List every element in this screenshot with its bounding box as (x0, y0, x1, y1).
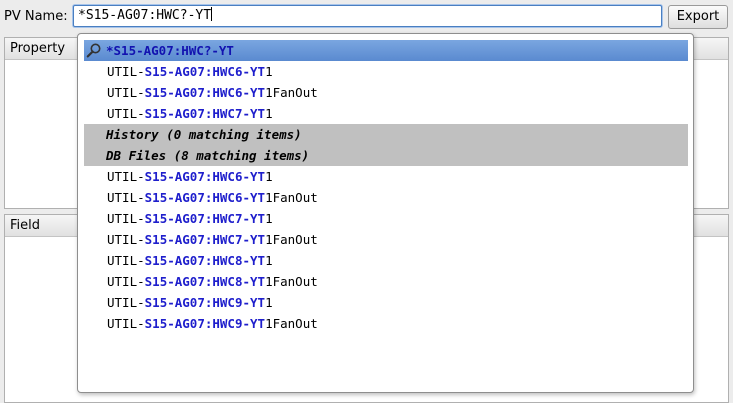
text-caret (211, 7, 213, 21)
history-section-header: History (0 matching items) (84, 124, 688, 145)
autocomplete-item-match: S15-AG07:HWC6-YT (144, 169, 266, 184)
autocomplete-item-prefix: UTIL- (107, 316, 145, 331)
autocomplete-item-prefix: UTIL- (107, 211, 145, 226)
autocomplete-dropdown: *S15-AG07:HWC?-YT UTIL-S15-AG07:HWC6-YT1… (77, 33, 694, 393)
autocomplete-item-prefix: UTIL- (107, 106, 145, 121)
autocomplete-selected-row[interactable]: *S15-AG07:HWC?-YT (84, 40, 688, 61)
autocomplete-item-suffix: 1FanOut (265, 85, 318, 100)
autocomplete-item-prefix: UTIL- (107, 253, 145, 268)
autocomplete-item-suffix: 1 (265, 169, 273, 184)
autocomplete-item[interactable]: UTIL-S15-AG07:HWC8-YT1FanOut (84, 271, 688, 292)
autocomplete-item-prefix: UTIL- (107, 169, 145, 184)
pv-name-input-value: *S15-AG07:HWC?-YT (78, 8, 212, 23)
autocomplete-item-suffix: 1FanOut (265, 274, 318, 289)
pv-name-input[interactable]: *S15-AG07:HWC?-YT (73, 5, 662, 27)
autocomplete-item-suffix: 1 (265, 106, 273, 121)
autocomplete-item-prefix: UTIL- (107, 232, 145, 247)
autocomplete-item-suffix: 1FanOut (265, 190, 318, 205)
autocomplete-item[interactable]: UTIL-S15-AG07:HWC8-YT1 (84, 250, 688, 271)
autocomplete-item-match: S15-AG07:HWC8-YT (144, 253, 266, 268)
autocomplete-item-prefix: UTIL- (107, 190, 145, 205)
search-icon (86, 42, 102, 58)
autocomplete-item-match: S15-AG07:HWC8-YT (144, 274, 266, 289)
autocomplete-item-suffix: 1FanOut (265, 232, 318, 247)
autocomplete-item-prefix: UTIL- (107, 85, 145, 100)
autocomplete-item[interactable]: UTIL-S15-AG07:HWC6-YT1FanOut (84, 187, 688, 208)
autocomplete-item-match: S15-AG07:HWC6-YT (144, 85, 266, 100)
autocomplete-item-match: S15-AG07:HWC9-YT (144, 295, 266, 310)
autocomplete-item[interactable]: UTIL-S15-AG07:HWC7-YT1 (84, 208, 688, 229)
autocomplete-item-suffix: 1FanOut (265, 316, 318, 331)
autocomplete-selected-text: *S15-AG07:HWC?-YT (106, 43, 234, 58)
autocomplete-item[interactable]: UTIL-S15-AG07:HWC9-YT1 (84, 292, 688, 313)
autocomplete-item-match: S15-AG07:HWC7-YT (144, 232, 266, 247)
autocomplete-item-match: S15-AG07:HWC7-YT (144, 106, 266, 121)
autocomplete-item[interactable]: UTIL-S15-AG07:HWC6-YT1FanOut (84, 82, 688, 103)
autocomplete-item-match: S15-AG07:HWC7-YT (144, 211, 266, 226)
autocomplete-item[interactable]: UTIL-S15-AG07:HWC6-YT1 (84, 61, 688, 82)
db-files-section-header: DB Files (8 matching items) (84, 145, 688, 166)
autocomplete-item-match: S15-AG07:HWC6-YT (144, 64, 266, 79)
autocomplete-item[interactable]: UTIL-S15-AG07:HWC6-YT1 (84, 166, 688, 187)
autocomplete-item-prefix: UTIL- (107, 64, 145, 79)
export-button[interactable]: Export (668, 5, 728, 29)
pv-name-label: PV Name: (4, 9, 68, 24)
autocomplete-item-prefix: UTIL- (107, 295, 145, 310)
autocomplete-item[interactable]: UTIL-S15-AG07:HWC7-YT1FanOut (84, 229, 688, 250)
autocomplete-item[interactable]: UTIL-S15-AG07:HWC9-YT1FanOut (84, 313, 688, 334)
autocomplete-item-suffix: 1 (265, 211, 273, 226)
autocomplete-item-prefix: UTIL- (107, 274, 145, 289)
autocomplete-item-match: S15-AG07:HWC6-YT (144, 190, 266, 205)
autocomplete-item-suffix: 1 (265, 64, 273, 79)
autocomplete-item-match: S15-AG07:HWC9-YT (144, 316, 266, 331)
autocomplete-item[interactable]: UTIL-S15-AG07:HWC7-YT1 (84, 103, 688, 124)
autocomplete-item-suffix: 1 (265, 253, 273, 268)
autocomplete-item-suffix: 1 (265, 295, 273, 310)
